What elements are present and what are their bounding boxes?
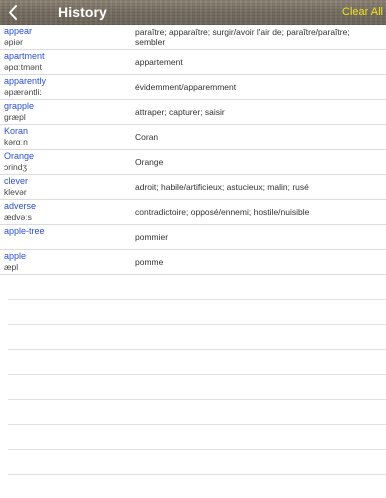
list-item[interactable]: adverse ædvəːs contradictoire; opposé/en… <box>0 200 386 225</box>
entry-translation: Orange <box>135 157 164 167</box>
divider <box>8 374 386 375</box>
divider <box>8 399 386 400</box>
entry-translation-cell: paraître; apparaître; surgir/avoir l'air… <box>135 25 356 49</box>
entry-pronunciation: kərαːn <box>4 137 28 147</box>
chevron-left-icon <box>9 5 17 20</box>
entry-translation-cell: appartement <box>135 50 356 74</box>
entry-word: apartment <box>4 51 45 61</box>
page-title: History <box>58 4 107 20</box>
entry-word: appear <box>4 26 33 36</box>
entry-translation: pomme <box>135 257 164 267</box>
empty-list-area <box>0 275 386 498</box>
divider <box>8 299 386 300</box>
back-button[interactable] <box>4 1 24 24</box>
entry-pronunciation: ædvəːs <box>4 212 32 222</box>
entry-word: adverse <box>4 201 37 211</box>
entry-translation-cell: Orange <box>135 150 356 174</box>
entry-translation-cell: adroit; habile/artificieux; astucieux; m… <box>135 175 356 199</box>
entry-translation-cell: évidemment/apparemment <box>135 75 356 99</box>
entry-translation: Coran <box>135 132 159 142</box>
entry-translation-cell: attraper; capturer; saisir <box>135 100 356 124</box>
entry-translation: appartement <box>135 57 183 67</box>
list-item[interactable]: appear əpiər paraître; apparaître; surgi… <box>0 25 386 50</box>
divider <box>8 349 386 350</box>
history-list: appear əpiər paraître; apparaître; surgi… <box>0 25 386 275</box>
entry-word: apple-tree <box>4 226 45 236</box>
list-item[interactable]: Koran kərαːn Coran <box>0 125 386 150</box>
entry-word: Orange <box>4 151 35 161</box>
entry-pronunciation: æpl <box>4 262 19 272</box>
entry-pronunciation: græpl <box>4 112 26 122</box>
entry-pronunciation: ɔrindʒ <box>4 162 28 172</box>
entry-translation: attraper; capturer; saisir <box>135 107 225 117</box>
clear-all-button[interactable]: Clear All <box>342 6 383 19</box>
list-item[interactable]: apparently əpærəntli: évidemment/apparem… <box>0 75 386 100</box>
list-item[interactable]: apartment əpαːtmənt appartement <box>0 50 386 75</box>
entry-word: grapple <box>4 101 35 111</box>
entry-translation: pommier <box>135 232 169 242</box>
divider <box>8 424 386 425</box>
entry-word: apparently <box>4 76 47 86</box>
entry-pronunciation: klevər <box>4 187 27 197</box>
entry-word: Koran <box>4 126 29 136</box>
list-item[interactable]: apple-tree pommier <box>0 225 386 250</box>
navigation-bar: History Clear All <box>0 0 386 25</box>
entry-translation-cell: contradictoire; opposé/ennemi; hostile/n… <box>135 200 356 224</box>
entry-pronunciation: əpærəntli: <box>4 87 42 97</box>
entry-pronunciation: əpαːtmənt <box>4 62 42 72</box>
entry-word: clever <box>4 176 29 186</box>
entry-translation-cell: pomme <box>135 250 356 274</box>
list-item[interactable]: grapple græpl attraper; capturer; saisir <box>0 100 386 125</box>
divider <box>8 449 386 450</box>
divider <box>8 324 386 325</box>
list-item[interactable]: apple æpl pomme <box>0 250 386 275</box>
list-item[interactable]: clever klevər adroit; habile/artificieux… <box>0 175 386 200</box>
entry-translation: paraître; apparaître; surgir/avoir l'air… <box>135 27 350 47</box>
entry-translation: contradictoire; opposé/ennemi; hostile/n… <box>135 207 310 217</box>
entry-translation-cell: Coran <box>135 125 356 149</box>
entry-translation: évidemment/apparemment <box>135 82 237 92</box>
entry-translation: adroit; habile/artificieux; astucieux; m… <box>135 182 309 192</box>
entry-word: apple <box>4 251 27 261</box>
entry-pronunciation: əpiər <box>4 37 23 47</box>
entry-translation-cell: pommier <box>135 225 356 249</box>
divider <box>8 474 386 475</box>
list-item[interactable]: Orange ɔrindʒ Orange <box>0 150 386 175</box>
